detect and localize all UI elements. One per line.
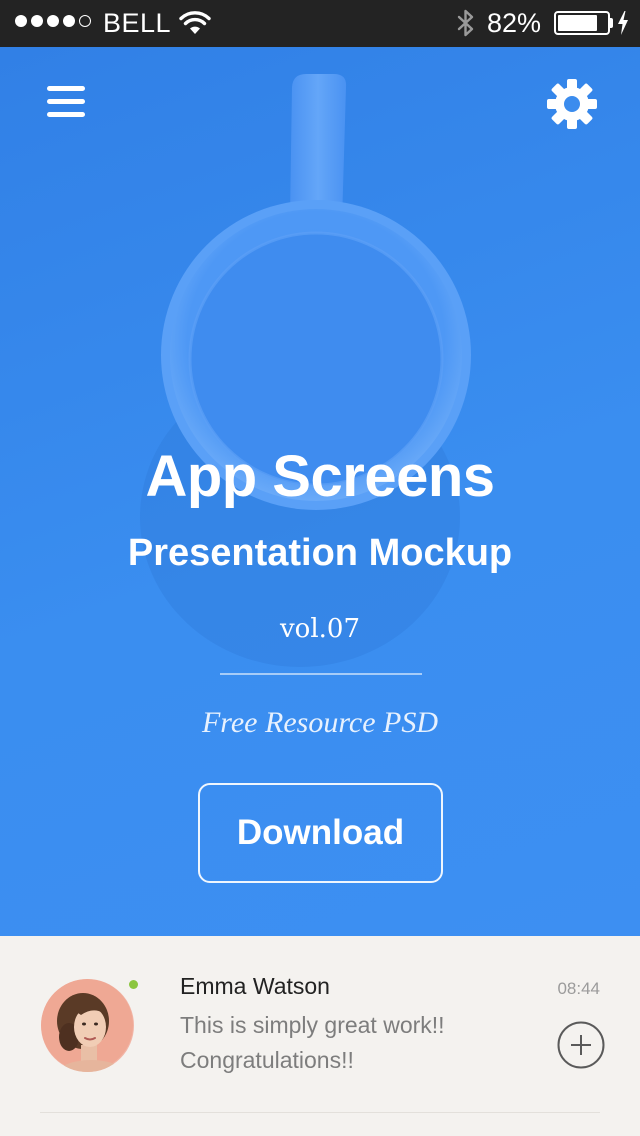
message-time: 08:44 <box>557 979 600 998</box>
bluetooth-icon <box>457 9 474 37</box>
divider <box>220 673 422 675</box>
hero-banner: App Screens Presentation Mockup vol.07 F… <box>0 47 640 936</box>
gear-icon[interactable] <box>545 77 599 131</box>
charging-icon <box>618 11 628 35</box>
sender-name: Emma Watson <box>180 973 330 999</box>
battery-icon <box>554 11 610 35</box>
hamburger-menu-icon[interactable] <box>45 84 87 120</box>
signal-dot-empty <box>79 15 91 27</box>
battery-level <box>558 15 598 31</box>
avatar[interactable] <box>41 979 134 1072</box>
message-preview: This is simply great work!! Congratulati… <box>180 1012 445 1073</box>
signal-dot <box>47 15 59 27</box>
add-circle-icon[interactable] <box>557 1021 605 1069</box>
battery-percentage: 82% <box>487 8 542 38</box>
online-status-dot <box>129 980 138 989</box>
signal-strength-icon <box>15 15 91 27</box>
tagline: Free Resource PSD <box>201 706 438 739</box>
download-button[interactable]: Download <box>198 783 443 883</box>
signal-dot <box>31 15 43 27</box>
carrier-name: BELL <box>103 8 172 38</box>
hero-subtitle: Presentation Mockup <box>127 532 513 574</box>
signal-dot <box>63 15 75 27</box>
row-divider <box>40 1112 600 1113</box>
battery-tip <box>610 18 613 28</box>
version-label: vol.07 <box>279 614 360 644</box>
status-bar: BELL 82% <box>0 0 640 47</box>
message-list: Emma Watson This is simply great work!! … <box>0 936 640 1136</box>
avatar-portrait <box>41 979 134 1072</box>
hero-title: App Screens <box>145 444 495 509</box>
wifi-icon <box>179 11 211 34</box>
signal-dot <box>15 15 27 27</box>
